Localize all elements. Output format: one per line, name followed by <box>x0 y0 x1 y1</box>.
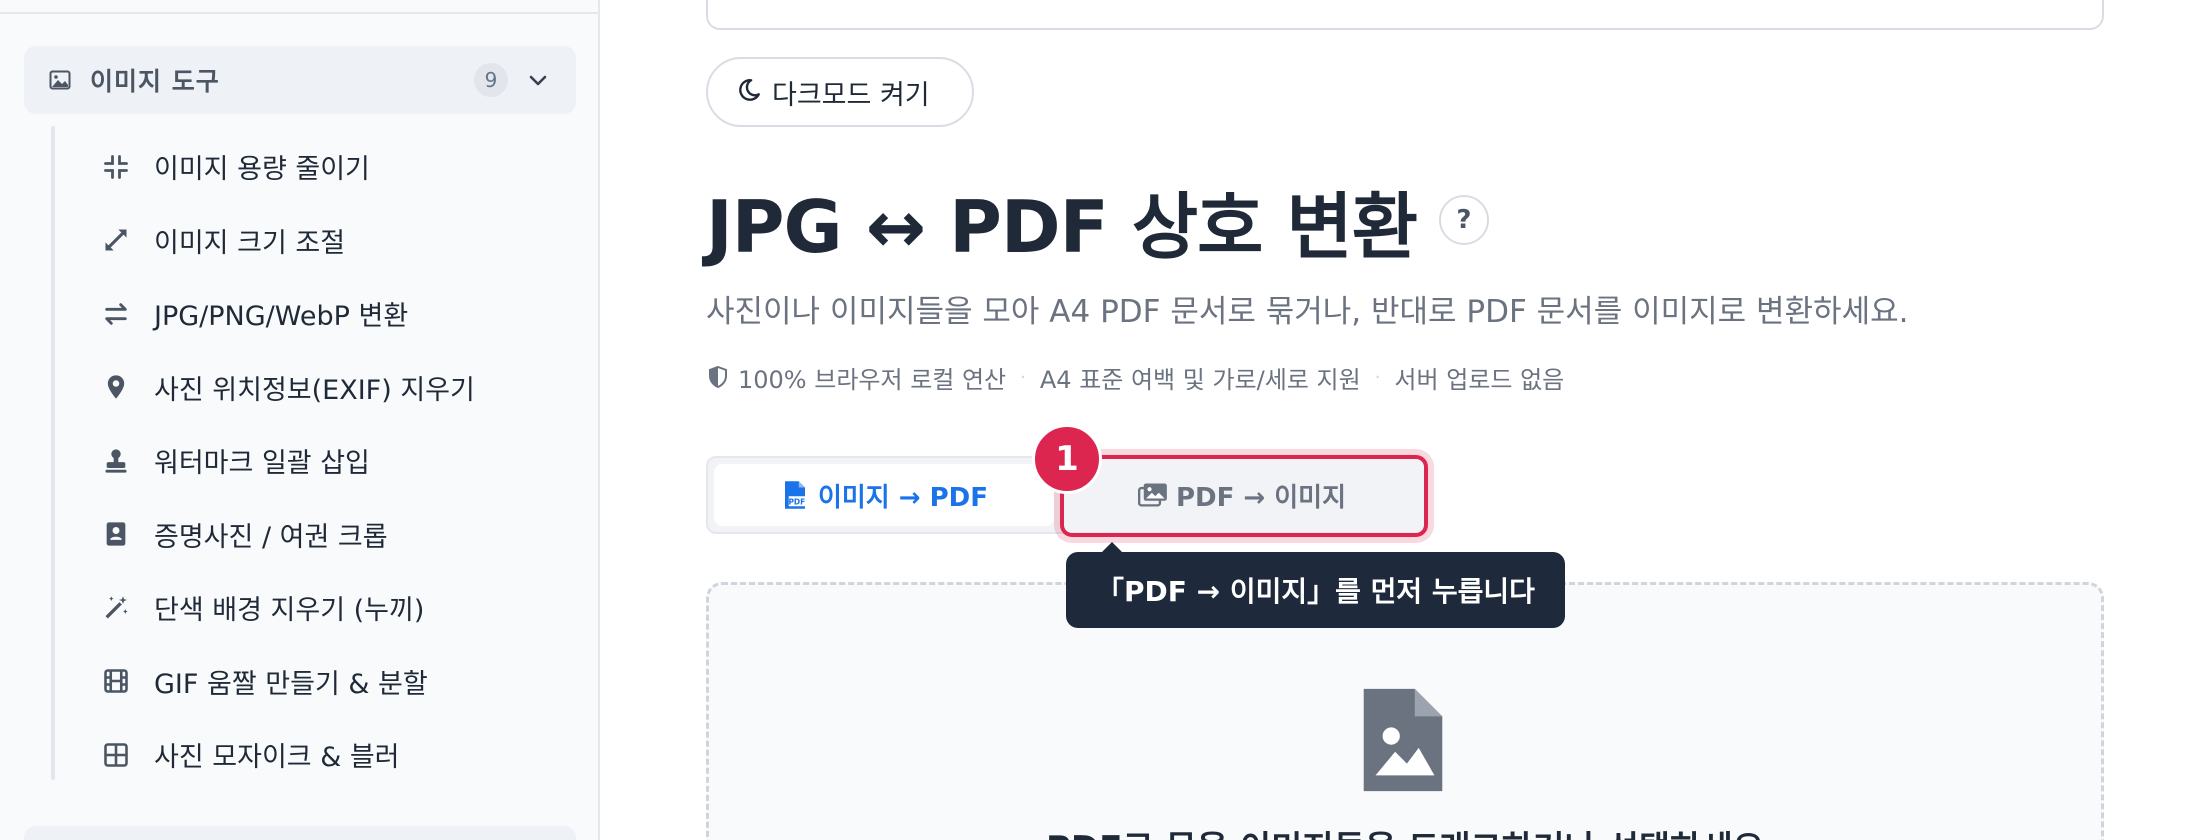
swap-icon <box>100 298 132 330</box>
compress-icon <box>100 151 132 183</box>
sidebar-item-label: 증명사진 / 여권 크롭 <box>154 521 388 553</box>
sidebar-item-mosaic[interactable]: 사진 모자이크 & 블러 <box>100 718 580 792</box>
feature-item: 서버 업로드 없음 <box>1394 365 1565 394</box>
sidebar-item-label: 사진 모자이크 & 블러 <box>154 742 400 774</box>
chevron-down-icon[interactable] <box>524 66 552 94</box>
page-subtitle: 사진이나 이미지들을 모아 A4 PDF 문서로 묶거나, 반대로 PDF 문서… <box>706 294 1909 330</box>
sidebar-item-label: 단색 배경 지우기 (누끼) <box>154 595 425 627</box>
sidebar-group-image-tools[interactable]: 이미지 도구 9 <box>24 46 576 114</box>
sidebar-group-label: 이미지 도구 <box>90 67 220 96</box>
sidebar-item-label: GIF 움짤 만들기 & 분할 <box>154 668 428 700</box>
sidebar-item-label: 워터마크 일괄 삽입 <box>154 448 370 480</box>
stamp-icon <box>100 445 132 477</box>
feature-separator: · <box>1374 366 1381 388</box>
id-badge-icon <box>100 518 132 550</box>
sidebar-nav-list: 이미지 용량 줄이기 이미지 크기 조절 JPG/PNG/WebP 변환 사진 … <box>100 130 580 792</box>
dark-mode-button[interactable]: 다크모드 켜기 <box>706 57 974 127</box>
feature-item: 100% 브라우저 로컬 연산 <box>738 365 1007 394</box>
film-icon <box>100 665 132 697</box>
magic-wand-icon <box>100 592 132 624</box>
guide-step-badge: 1 <box>1032 424 1102 494</box>
feature-list: 100% 브라우저 로컬 연산 · A4 표준 여백 및 가로/세로 지원 · … <box>706 360 1564 394</box>
shield-icon <box>706 364 732 390</box>
sidebar-item-label: 이미지 크기 조절 <box>154 227 346 259</box>
tab-label: 이미지 → PDF <box>817 482 989 513</box>
main-content: 다크모드 켜기 JPG ↔ PDF 상호 변환 ? 사진이나 이미지들을 모아 … <box>600 0 2200 840</box>
sidebar-item-resize[interactable]: 이미지 크기 조절 <box>100 204 580 278</box>
sidebar-rail <box>51 126 55 780</box>
sidebar-item-watermark[interactable]: 워터마크 일괄 삽입 <box>100 424 580 498</box>
sidebar-group-next[interactable] <box>24 826 576 840</box>
toolbar-strip <box>706 0 2104 30</box>
feature-item: A4 표준 여백 및 가로/세로 지원 <box>1039 365 1361 394</box>
sidebar-divider <box>0 12 598 14</box>
sidebar: 이미지 도구 9 이미지 용량 줄이기 이미지 크기 조절 JPG/PNG/We… <box>0 0 600 840</box>
sidebar-item-convert[interactable]: JPG/PNG/WebP 변환 <box>100 277 580 351</box>
image-icon <box>46 66 74 94</box>
expand-icon <box>100 224 132 256</box>
moon-icon <box>736 77 762 107</box>
svg-text:PDF: PDF <box>788 497 805 506</box>
sidebar-item-label: JPG/PNG/WebP 변환 <box>154 301 409 333</box>
tab-image-to-pdf[interactable]: PDF 이미지 → PDF <box>714 464 1054 526</box>
image-file-icon <box>1355 685 1451 795</box>
pdf-file-icon: PDF <box>780 480 810 510</box>
sidebar-item-bg-remove[interactable]: 단색 배경 지우기 (누끼) <box>100 571 580 645</box>
tab-pdf-to-image[interactable]: PDF → 이미지 <box>1070 464 1414 526</box>
dark-mode-label: 다크모드 켜기 <box>772 79 930 111</box>
sidebar-item-label: 이미지 용량 줄이기 <box>154 154 370 186</box>
sidebar-item-label: 사진 위치정보(EXIF) 지우기 <box>154 374 475 406</box>
help-button[interactable]: ? <box>1438 195 1489 245</box>
sidebar-item-passport-crop[interactable]: 증명사진 / 여권 크롭 <box>100 498 580 572</box>
location-pin-icon <box>100 371 132 403</box>
page-title: JPG ↔ PDF 상호 변환 <box>706 184 1418 269</box>
images-icon <box>1137 480 1168 510</box>
title-row: JPG ↔ PDF 상호 변환 ? <box>706 170 1489 270</box>
guide-tooltip: 「PDF → 이미지」를 먼저 누릅니다 <box>1066 542 1565 628</box>
grid-icon <box>100 739 132 771</box>
dropzone-text: PDF로 묶을 이미지들을 드래그하거나 선택하세요 <box>709 821 2101 840</box>
sidebar-group-count: 9 <box>474 63 508 97</box>
sidebar-item-compress[interactable]: 이미지 용량 줄이기 <box>100 130 580 204</box>
tab-label: PDF → 이미지 <box>1175 482 1347 513</box>
feature-separator: · <box>1020 366 1026 388</box>
sidebar-item-gif[interactable]: GIF 움짤 만들기 & 분할 <box>100 645 580 719</box>
sidebar-item-exif[interactable]: 사진 위치정보(EXIF) 지우기 <box>100 351 580 425</box>
